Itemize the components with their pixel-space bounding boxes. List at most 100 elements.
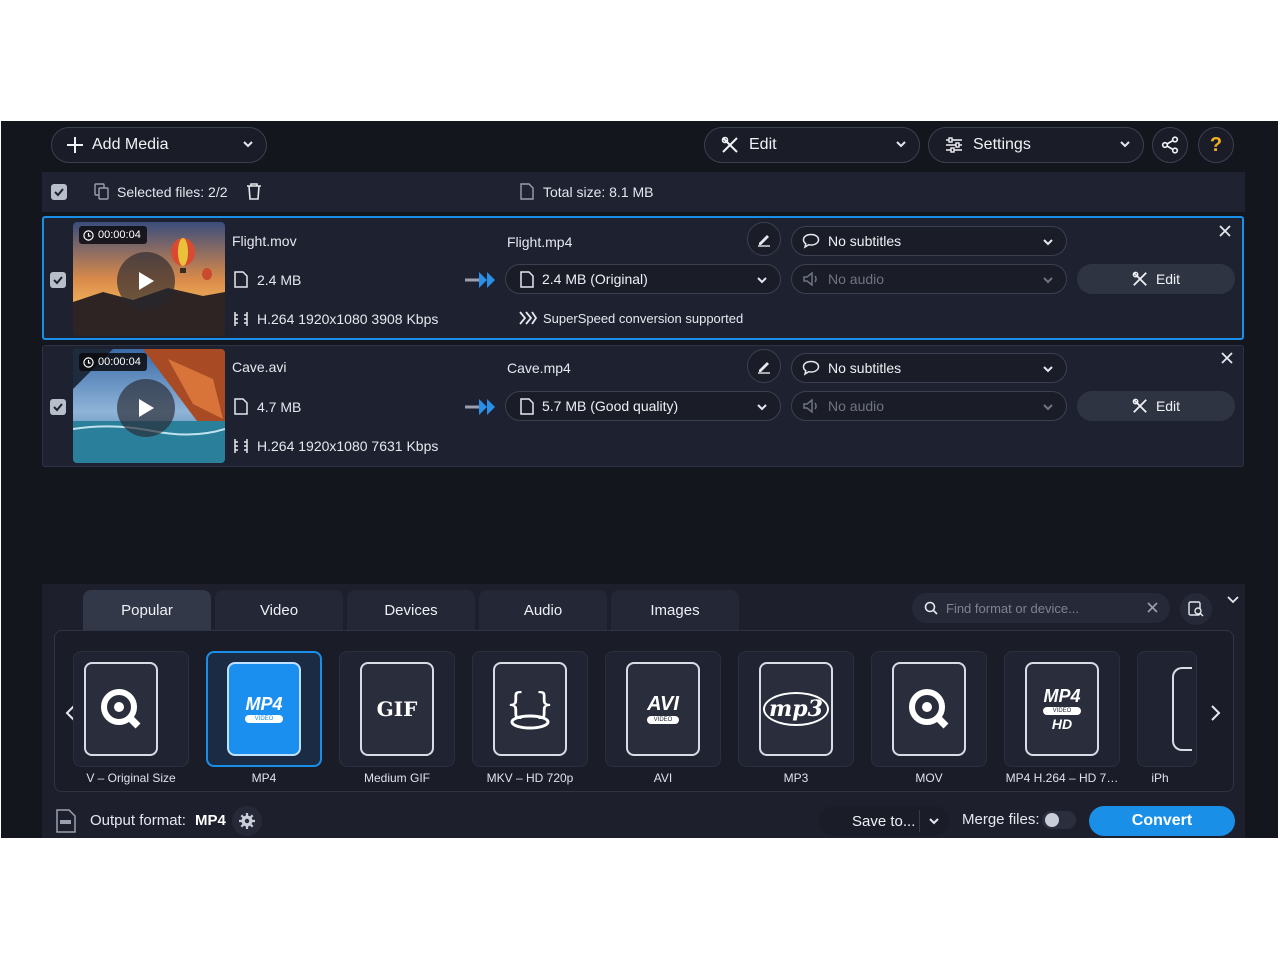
- detect-device-button[interactable]: [1180, 593, 1212, 625]
- audio-dropdown[interactable]: No audio: [791, 391, 1067, 421]
- chevron-down-icon: [1042, 400, 1054, 416]
- avi-icon: AVI VIDEO: [626, 662, 700, 756]
- output-format-icon: [56, 809, 76, 833]
- tab-devices[interactable]: Devices: [347, 590, 475, 630]
- chevron-down-icon: [1119, 137, 1131, 155]
- video-thumbnail[interactable]: 00:00:04: [73, 349, 225, 463]
- subtitles-value: No subtitles: [828, 233, 902, 249]
- add-media-label: Add Media: [92, 136, 169, 153]
- format-mov[interactable]: [871, 651, 987, 767]
- edit-menu-button[interactable]: Edit: [704, 127, 920, 163]
- tools-icon: [1132, 271, 1148, 287]
- share-button[interactable]: [1152, 127, 1188, 163]
- chevron-down-icon[interactable]: [928, 815, 940, 827]
- mkv-icon: { }: [493, 662, 567, 756]
- close-icon: [1219, 225, 1231, 237]
- format-mkv[interactable]: { }: [472, 651, 588, 767]
- close-icon: [1221, 352, 1233, 364]
- output-size-dropdown[interactable]: 5.7 MB (Good quality): [505, 391, 781, 421]
- tab-video[interactable]: Video: [215, 590, 343, 630]
- remove-file-button[interactable]: [1218, 349, 1236, 367]
- video-codec-icon: [234, 438, 248, 454]
- add-media-button[interactable]: Add Media: [51, 127, 267, 163]
- gif-icon-text: GIF: [376, 697, 418, 721]
- chevron-down-icon: [242, 137, 254, 155]
- tools-icon: [721, 136, 739, 154]
- files-icon: [94, 183, 110, 200]
- video-icon-text: VIDEO: [245, 715, 283, 723]
- output-format-value: MP4: [195, 812, 226, 829]
- video-thumbnail[interactable]: 00:00:04: [73, 222, 225, 336]
- convert-button[interactable]: Convert: [1089, 806, 1235, 836]
- save-to-button[interactable]: Save to...: [819, 806, 949, 836]
- format-gif[interactable]: GIF: [339, 651, 455, 767]
- edit-file-button[interactable]: Edit: [1077, 264, 1235, 294]
- format-label: iPh: [1151, 771, 1169, 785]
- remove-file-button[interactable]: [1216, 222, 1234, 240]
- edit-file-button[interactable]: Edit: [1077, 391, 1235, 421]
- format-mp4-hd[interactable]: MP4 VIDEO HD: [1004, 651, 1120, 767]
- duration-badge: 00:00:04: [79, 226, 147, 244]
- subtitles-dropdown[interactable]: No subtitles: [791, 226, 1067, 256]
- device-search-icon: [1188, 601, 1204, 617]
- tab-images[interactable]: Images: [611, 590, 739, 630]
- select-all-checkbox[interactable]: [51, 184, 67, 200]
- clear-search-icon[interactable]: [1147, 602, 1158, 613]
- speaker-icon: [802, 271, 820, 287]
- merge-files-toggle[interactable]: [1042, 811, 1076, 829]
- output-size-dropdown[interactable]: 2.4 MB (Original): [505, 264, 781, 294]
- format-search[interactable]: Find format or device...: [912, 593, 1170, 623]
- format-label: MOV: [915, 771, 943, 785]
- rename-output-button[interactable]: [747, 349, 781, 383]
- settings-menu-button[interactable]: Settings: [928, 127, 1144, 163]
- file-row-flight[interactable]: 00:00:04 Flight.mov 2.4 MB H.264 1920x10…: [42, 216, 1244, 340]
- play-button[interactable]: [117, 379, 175, 437]
- tab-popular[interactable]: Popular: [83, 590, 211, 630]
- chevron-down-icon: [756, 400, 768, 416]
- mp4-icon-text: MP4: [245, 694, 283, 714]
- speech-bubble-icon: [802, 360, 820, 376]
- format-avi[interactable]: AVI VIDEO: [605, 651, 721, 767]
- file-checkbox[interactable]: [50, 399, 66, 415]
- bottom-bar: Output format: MP4 Save to... Merge file…: [42, 799, 1245, 839]
- play-button[interactable]: [117, 252, 175, 310]
- source-codec-info: H.264 1920x1080 7631 Kbps: [257, 438, 439, 454]
- collapse-panel-icon[interactable]: [1226, 592, 1240, 606]
- convert-arrow-icon: [465, 270, 499, 290]
- source-file-size: 2.4 MB: [257, 272, 302, 288]
- sliders-icon: [945, 136, 963, 154]
- mp3-icon-text: mp3: [763, 692, 829, 726]
- trash-icon[interactable]: [246, 182, 262, 200]
- gif-icon: GIF: [360, 662, 434, 756]
- mp4-icon-text: MP4: [1043, 686, 1081, 706]
- top-toolbar: Add Media Edit Settings ?: [1, 121, 1278, 169]
- file-row-cave[interactable]: 00:00:04 Cave.avi 4.7 MB H.264 1920x1080…: [42, 345, 1244, 467]
- format-mp3[interactable]: mp3: [738, 651, 854, 767]
- selection-bar: Selected files: 2/2 Total size: 8.1 MB: [42, 172, 1245, 212]
- scroll-right-arrow[interactable]: [1205, 703, 1225, 723]
- file-checkbox[interactable]: [50, 272, 66, 288]
- mp3-icon: mp3: [759, 662, 833, 756]
- tab-audio[interactable]: Audio: [479, 590, 607, 630]
- video-icon-text: VIDEO: [647, 716, 679, 724]
- superspeed-icon: [519, 310, 537, 326]
- save-to-label: Save to...: [852, 812, 916, 830]
- output-settings-button[interactable]: [232, 806, 262, 836]
- source-file-name: Cave.avi: [232, 359, 287, 375]
- format-mp4[interactable]: MP4 VIDEO: [206, 651, 322, 767]
- edit-file-label: Edit: [1155, 271, 1181, 287]
- format-quicktime-original[interactable]: [73, 651, 189, 767]
- subtitles-dropdown[interactable]: No subtitles: [791, 353, 1067, 383]
- format-iphone[interactable]: [1137, 651, 1197, 767]
- audio-dropdown[interactable]: No audio: [791, 264, 1067, 294]
- superspeed-note: SuperSpeed conversion supported: [543, 311, 744, 326]
- chevron-down-icon: [756, 273, 768, 289]
- mp4-icon: MP4 VIDEO: [227, 662, 301, 756]
- duration: 00:00:04: [98, 229, 141, 241]
- search-icon: [924, 601, 938, 615]
- file-icon: [520, 183, 534, 200]
- format-label: V – Original Size: [86, 771, 176, 785]
- help-button[interactable]: ?: [1198, 127, 1234, 163]
- audio-value: No audio: [828, 398, 885, 414]
- rename-output-button[interactable]: [747, 222, 781, 256]
